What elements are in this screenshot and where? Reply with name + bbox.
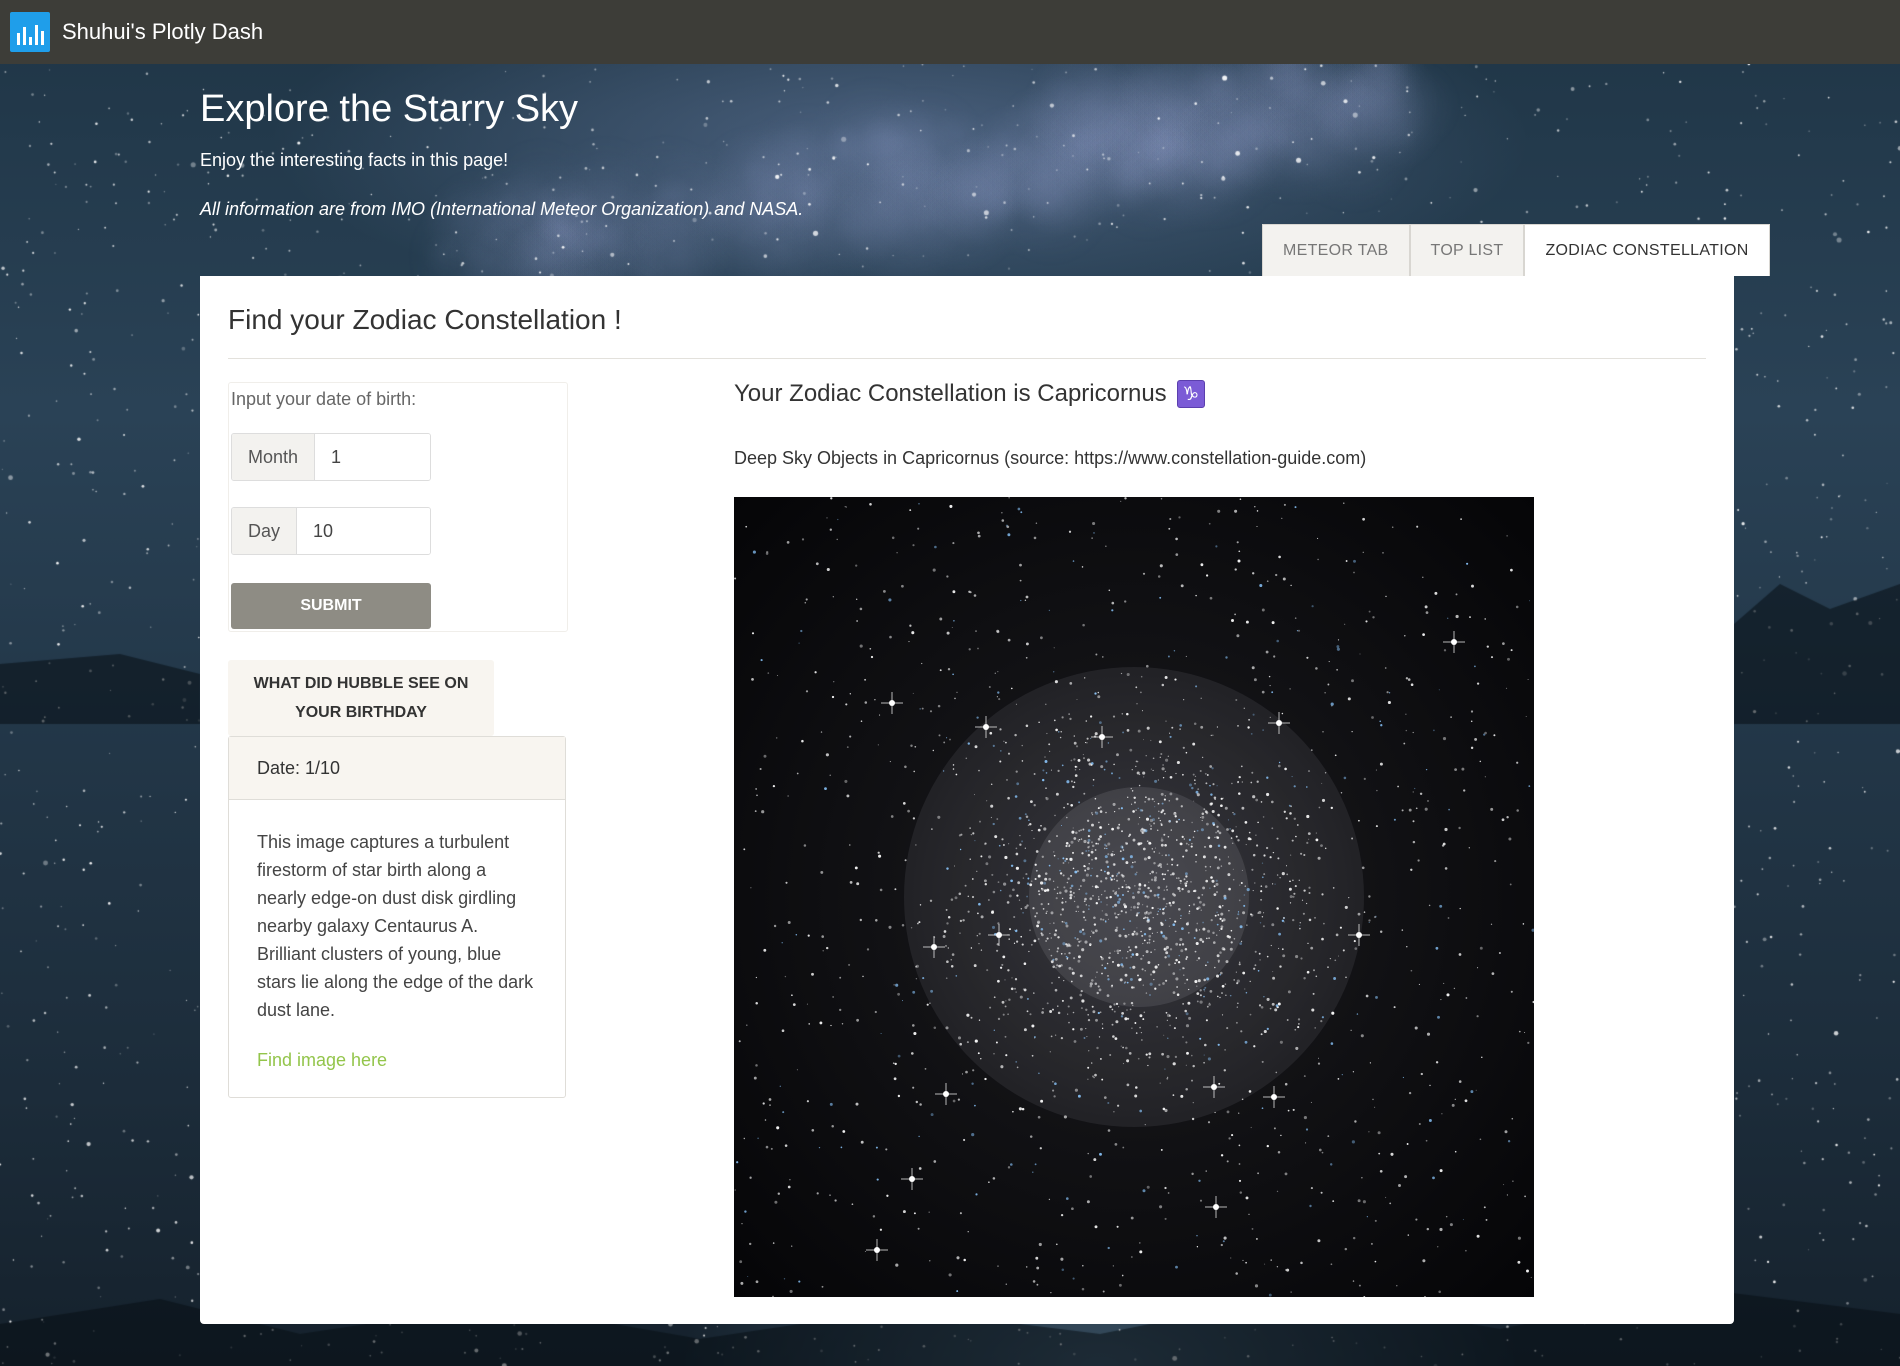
- source-note: All information are from IMO (Internatio…: [200, 199, 804, 219]
- page-subtitle: Enjoy the interesting facts in this page…: [200, 150, 509, 170]
- zodiac-heading: Find your Zodiac Constellation !: [228, 304, 622, 335]
- dob-label: Input your date of birth:: [231, 389, 417, 409]
- hubble-birthday-button[interactable]: WHAT DID HUBBLE SEE ON YOUR BIRTHDAY: [228, 660, 494, 736]
- capricornus-deep-sky-image: [734, 497, 1534, 1297]
- month-input-group: Month: [231, 433, 431, 481]
- hubble-date: Date: 1/10: [229, 737, 565, 800]
- month-addon: Month: [232, 434, 316, 480]
- month-input[interactable]: [315, 434, 430, 480]
- deep-sky-caption: Deep Sky Objects in Capricornus (source:…: [734, 448, 1367, 468]
- zodiac-result-text: Your Zodiac Constellation is Capricornus: [734, 380, 1167, 407]
- divider: [228, 358, 1706, 359]
- zodiac-result: Your Zodiac Constellation is Capricornus…: [734, 380, 1205, 408]
- zodiac-panel: Find your Zodiac Constellation ! Input y…: [200, 276, 1734, 1324]
- top-navbar: Shuhui's Plotly Dash: [0, 0, 1900, 64]
- tab-bar: METEOR TAB TOP LIST ZODIAC CONSTELLATION: [1262, 224, 1770, 276]
- app-title: Shuhui's Plotly Dash: [62, 19, 264, 44]
- day-addon: Day: [232, 508, 298, 554]
- hubble-description: This image captures a turbulent firestor…: [257, 832, 534, 1020]
- page-title: Explore the Starry Sky: [200, 88, 579, 130]
- day-input-group: Day: [231, 507, 431, 555]
- star-cluster-graphic: [734, 497, 1534, 1297]
- hubble-card: Date: 1/10 This image captures a turbule…: [228, 736, 566, 1098]
- submit-button[interactable]: SUBMIT: [231, 583, 431, 629]
- date-of-birth-form: Input your date of birth: Month Day SUBM…: [228, 382, 568, 632]
- day-input[interactable]: [297, 508, 430, 554]
- find-image-link[interactable]: Find image here: [257, 1046, 387, 1074]
- tab-zodiac-constellation[interactable]: ZODIAC CONSTELLATION: [1524, 224, 1770, 276]
- capricorn-icon: ♑: [1176, 380, 1205, 408]
- plotly-bar-chart-icon: [10, 12, 50, 52]
- tab-top-list[interactable]: TOP LIST: [1409, 224, 1525, 276]
- tab-meteor[interactable]: METEOR TAB: [1262, 224, 1410, 276]
